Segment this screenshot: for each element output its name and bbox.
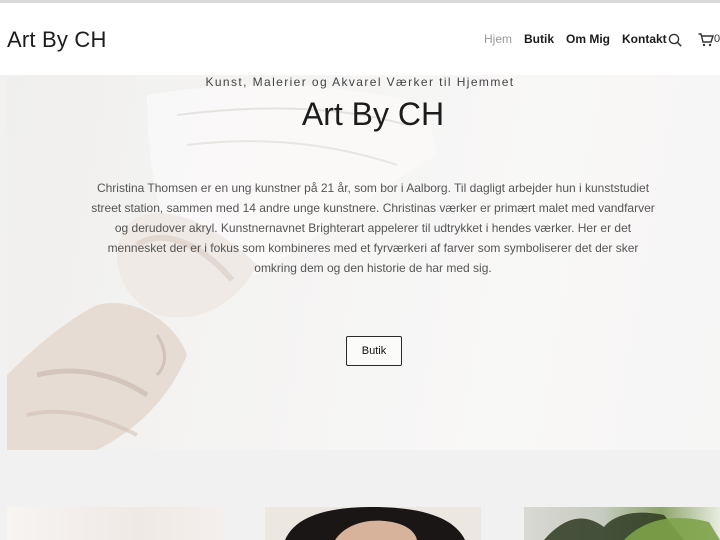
hero-tagline: Kunst, Malerier og Akvarel Værker til Hj… [205, 75, 515, 89]
cart-icon[interactable] [698, 33, 714, 47]
hero-description: Christina Thomsen er en ung kunstner på … [91, 181, 655, 275]
cart-count: 0 [714, 33, 720, 45]
site-logo[interactable]: Art By CH [7, 27, 107, 53]
search-icon[interactable] [668, 33, 682, 47]
site-header: Art By CH Hjem Butik Om Mig Kontakt 0 [0, 3, 720, 75]
product-thumbnail[interactable] [524, 507, 720, 540]
shop-button[interactable]: Butik [346, 336, 402, 366]
product-thumbnail[interactable] [265, 507, 481, 540]
nav-item-hjem[interactable]: Hjem [484, 32, 512, 46]
hero-title: Art By CH [301, 96, 445, 132]
product-thumbnail[interactable] [7, 507, 223, 540]
artwork-image [544, 512, 720, 540]
nav-item-kontakt[interactable]: Kontakt [622, 32, 667, 46]
nav-item-om-mig[interactable]: Om Mig [566, 32, 610, 46]
nav-item-butik[interactable]: Butik [524, 32, 554, 46]
portrait-image [265, 507, 481, 540]
main-nav: Hjem Butik Om Mig Kontakt [484, 32, 679, 46]
